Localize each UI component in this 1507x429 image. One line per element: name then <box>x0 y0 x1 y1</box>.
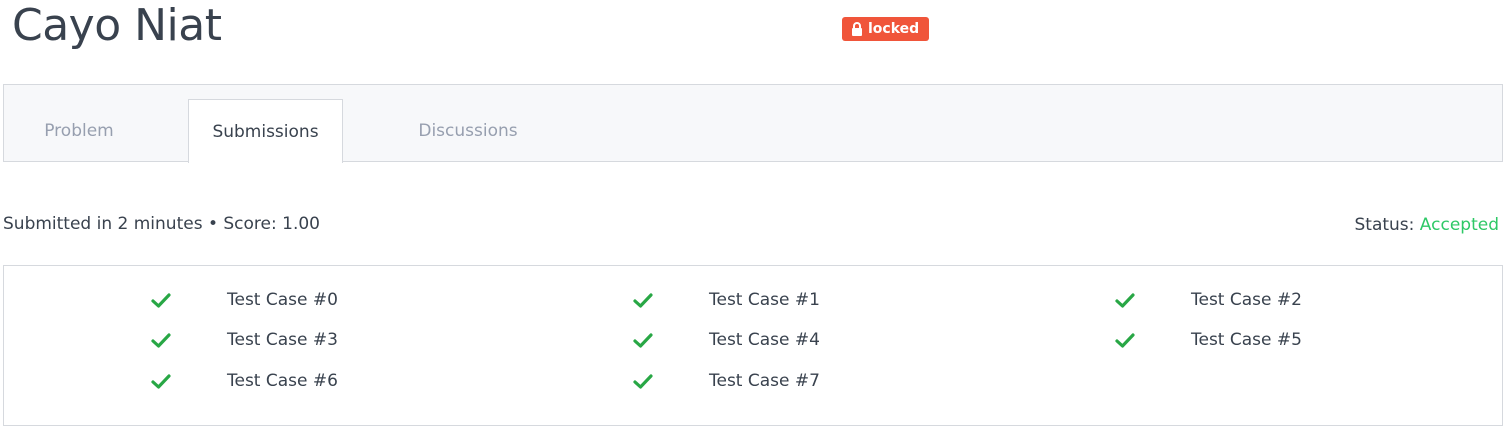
test-case-label: Test Case #0 <box>227 290 338 310</box>
test-case-2[interactable]: Test Case #2 <box>1115 288 1302 312</box>
test-case-panel: Test Case #0 Test Case #1 Test Case #2 T… <box>3 265 1503 426</box>
tab-submissions[interactable]: Submissions <box>188 99 343 163</box>
checkmark-icon <box>633 374 653 389</box>
test-case-7[interactable]: Test Case #7 <box>633 369 820 393</box>
checkmark-icon <box>151 333 171 348</box>
tab-bar: Problem Submissions Discussions <box>3 84 1503 163</box>
test-case-label: Test Case #1 <box>709 290 820 310</box>
test-case-1[interactable]: Test Case #1 <box>633 288 820 312</box>
test-case-label: Test Case #7 <box>709 371 820 391</box>
test-case-label: Test Case #3 <box>227 330 338 350</box>
test-case-label: Test Case #4 <box>709 330 820 350</box>
tab-discussions[interactable]: Discussions <box>374 99 562 163</box>
page-title: Cayo Niat <box>12 0 222 51</box>
checkmark-icon <box>1115 333 1135 348</box>
locked-badge: locked <box>842 17 930 41</box>
test-case-6[interactable]: Test Case #6 <box>151 369 338 393</box>
checkmark-icon <box>633 333 653 348</box>
checkmark-icon <box>151 293 171 308</box>
tab-problem[interactable]: Problem <box>4 99 154 163</box>
test-case-3[interactable]: Test Case #3 <box>151 328 338 352</box>
test-case-label: Test Case #2 <box>1191 290 1302 310</box>
test-case-0[interactable]: Test Case #0 <box>151 288 338 312</box>
test-case-label: Test Case #5 <box>1191 330 1302 350</box>
checkmark-icon <box>633 293 653 308</box>
test-case-4[interactable]: Test Case #4 <box>633 328 820 352</box>
test-case-label: Test Case #6 <box>227 371 338 391</box>
checkmark-icon <box>151 374 171 389</box>
submission-status: Status: Accepted <box>1354 215 1499 235</box>
status-label: Status: <box>1354 215 1415 235</box>
lock-icon <box>852 22 862 36</box>
submission-meta: Submitted in 2 minutes • Score: 1.00 <box>3 214 320 234</box>
test-case-5[interactable]: Test Case #5 <box>1115 328 1302 352</box>
status-value: Accepted <box>1419 215 1499 235</box>
locked-badge-label: locked <box>868 21 920 37</box>
checkmark-icon <box>1115 293 1135 308</box>
